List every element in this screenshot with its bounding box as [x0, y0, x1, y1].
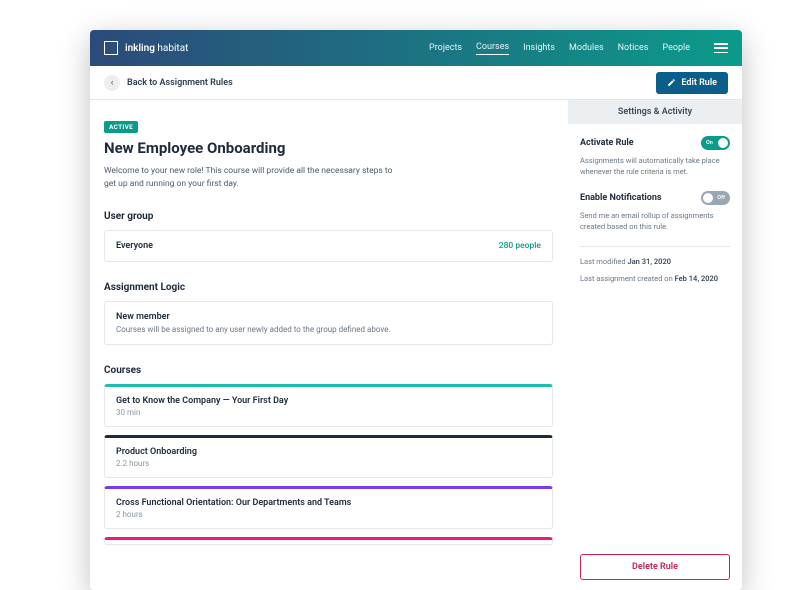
brand-second: habitat	[157, 43, 188, 54]
chevron-left-icon: ‹	[104, 75, 120, 91]
nav-projects[interactable]: Projects	[429, 43, 462, 53]
page-title: New Employee Onboarding	[104, 139, 553, 157]
course-duration: 2.2 hours	[116, 459, 541, 468]
logo-icon	[104, 41, 118, 55]
sidebar: Settings & Activity Activate Rule On Ass…	[567, 100, 742, 590]
course-name: Cross Functional Orientation: Our Depart…	[116, 498, 541, 508]
nav-insights[interactable]: Insights	[523, 43, 555, 53]
course-name: Get to Know the Company — Your First Day	[116, 396, 541, 406]
top-nav-bar: inkling habitat Projects Courses Insight…	[90, 30, 742, 66]
course-name: Product Onboarding	[116, 447, 541, 457]
enable-notifications-toggle[interactable]: Off	[701, 191, 730, 205]
usergroup-card: Everyone 280 people	[104, 230, 553, 262]
back-label: Back to Assignment Rules	[127, 78, 233, 88]
course-card[interactable]: Get to Know the Company — Your First Day…	[104, 384, 553, 427]
nav-courses[interactable]: Courses	[476, 42, 509, 55]
enable-notifications-label: Enable Notifications	[580, 193, 662, 203]
brand: inkling habitat	[125, 43, 188, 54]
usergroup-count-link[interactable]: 280 people	[499, 241, 541, 251]
course-card[interactable]	[104, 537, 553, 545]
page-description: Welcome to your new role! This course wi…	[104, 165, 394, 191]
pencil-icon	[667, 78, 676, 87]
toggle-state-label: On	[706, 140, 713, 146]
course-duration: 2 hours	[116, 510, 541, 519]
section-logic-title: Assignment Logic	[104, 282, 553, 293]
divider	[580, 246, 730, 247]
usergroup-name: Everyone	[116, 241, 153, 251]
last-assignment: Last assignment created on Feb 14, 2020	[580, 274, 730, 283]
course-duration: 30 min	[116, 408, 541, 417]
main-content: ACTIVE New Employee Onboarding Welcome t…	[90, 100, 567, 590]
edit-rule-button[interactable]: Edit Rule	[656, 72, 728, 94]
toggle-state-label: Off	[717, 195, 725, 201]
logic-desc: Courses will be assigned to any user new…	[116, 325, 541, 334]
activate-rule-label: Activate Rule	[580, 138, 634, 148]
nav-notices[interactable]: Notices	[618, 43, 649, 53]
section-usergroup-title: User group	[104, 211, 553, 222]
activate-rule-toggle[interactable]: On	[701, 136, 730, 150]
menu-icon[interactable]	[714, 43, 728, 53]
brand-first: inkling	[125, 43, 155, 54]
sidebar-header: Settings & Activity	[568, 100, 742, 124]
logic-title: New member	[116, 312, 541, 322]
nav-people[interactable]: People	[662, 43, 690, 53]
delete-rule-button[interactable]: Delete Rule	[580, 554, 730, 580]
last-modified: Last modified Jan 31, 2020	[580, 257, 730, 266]
enable-notifications-desc: Send me an email rollup of assignments c…	[580, 211, 730, 232]
course-card[interactable]: Product Onboarding 2.2 hours	[104, 435, 553, 478]
sub-nav-bar: ‹ Back to Assignment Rules Edit Rule	[90, 66, 742, 100]
course-card[interactable]: Cross Functional Orientation: Our Depart…	[104, 486, 553, 529]
activate-rule-desc: Assignments will automatically take plac…	[580, 156, 730, 177]
status-badge: ACTIVE	[104, 121, 138, 133]
logic-card: New member Courses will be assigned to a…	[104, 301, 553, 345]
section-courses-title: Courses	[104, 365, 553, 376]
edit-rule-label: Edit Rule	[681, 78, 717, 88]
back-button[interactable]: ‹ Back to Assignment Rules	[104, 75, 233, 91]
main-nav: Projects Courses Insights Modules Notice…	[429, 42, 728, 55]
nav-modules[interactable]: Modules	[569, 43, 604, 53]
